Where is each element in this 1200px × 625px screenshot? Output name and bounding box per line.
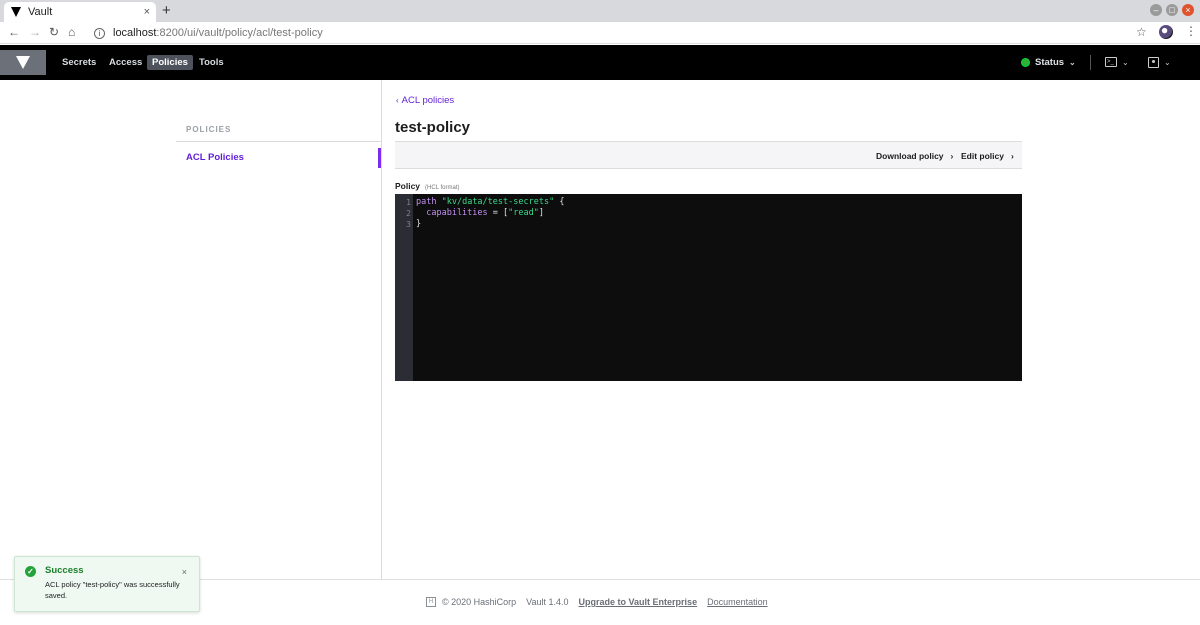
nav-policies[interactable]: Policies bbox=[147, 55, 193, 70]
home-icon[interactable]: ⌂ bbox=[68, 25, 75, 39]
bookmark-star-icon[interactable]: ☆ bbox=[1136, 25, 1147, 39]
vault-logo-icon bbox=[16, 56, 30, 69]
footer: H © 2020 HashiCorp Vault 1.4.0 Upgrade t… bbox=[426, 597, 768, 607]
chevron-down-icon: ⌄ bbox=[1122, 57, 1129, 67]
user-icon bbox=[1148, 57, 1159, 68]
status-label: Status bbox=[1035, 57, 1065, 68]
line-number: 3 bbox=[406, 220, 411, 229]
browser-menu-icon[interactable]: ⋮ bbox=[1185, 24, 1197, 38]
new-tab-button[interactable]: + bbox=[162, 3, 171, 19]
nav-access[interactable]: Access bbox=[104, 55, 147, 70]
sidebar-heading: POLICIES bbox=[186, 125, 232, 134]
status-menu[interactable]: Status ⌄ bbox=[1022, 57, 1076, 68]
url-path: :8200/ui/vault/policy/acl/test-policy bbox=[156, 27, 323, 39]
download-policy-button[interactable]: Download policy › bbox=[876, 151, 953, 161]
sidebar-item-acl-policies[interactable]: ACL Policies bbox=[176, 148, 381, 168]
page-title: test-policy bbox=[395, 119, 471, 136]
sidebar-divider bbox=[176, 141, 381, 142]
breadcrumb[interactable]: ‹ ACL policies bbox=[396, 95, 454, 106]
status-dot-icon bbox=[1022, 59, 1029, 66]
close-icon[interactable]: × bbox=[182, 567, 187, 577]
success-toast: ✓ Success ACL policy "test-policy" was s… bbox=[14, 556, 200, 612]
browser-tab[interactable]: Vault × bbox=[4, 2, 156, 22]
site-info-icon[interactable]: i bbox=[94, 27, 105, 39]
edit-policy-button[interactable]: Edit policy › bbox=[961, 151, 1014, 161]
edit-policy-label: Edit policy bbox=[961, 151, 1004, 161]
code-line: path "kv/data/test-secrets" { bbox=[416, 197, 565, 207]
address-bar[interactable]: i localhost:8200/ui/vault/policy/acl/tes… bbox=[88, 23, 1152, 43]
line-number: 1 bbox=[406, 198, 411, 207]
vault-favicon-icon bbox=[11, 7, 21, 17]
window-controls: – □ × bbox=[1150, 4, 1194, 16]
policy-label: Policy (HCL format) bbox=[395, 181, 460, 191]
policy-label-text: Policy bbox=[395, 181, 421, 191]
vault-header: Secrets Access Policies Tools Status ⌄ >… bbox=[0, 45, 1200, 80]
minimize-icon[interactable]: – bbox=[1150, 4, 1162, 16]
toast-message: ACL policy "test-policy" was successfull… bbox=[45, 580, 180, 600]
nav-tools[interactable]: Tools bbox=[194, 55, 229, 70]
back-icon[interactable]: ← bbox=[8, 25, 20, 39]
close-window-icon[interactable]: × bbox=[1182, 4, 1194, 16]
maximize-icon[interactable]: □ bbox=[1166, 4, 1178, 16]
vault-logo[interactable] bbox=[0, 50, 46, 75]
forward-icon[interactable]: → bbox=[29, 25, 41, 39]
line-number: 2 bbox=[406, 209, 411, 218]
chevron-down-icon: ⌄ bbox=[1069, 58, 1076, 67]
editor-gutter: 1 2 3 bbox=[395, 194, 413, 381]
chevron-left-icon: ‹ bbox=[396, 96, 399, 105]
chevron-right-icon: › bbox=[1010, 151, 1014, 161]
reload-icon[interactable]: ↻ bbox=[49, 25, 59, 39]
console-menu[interactable]: >_ ⌄ bbox=[1105, 57, 1129, 67]
policy-format-hint: (HCL format) bbox=[425, 185, 460, 191]
footer-copyright: © 2020 HashiCorp bbox=[442, 597, 517, 607]
user-menu[interactable]: ⌄ bbox=[1148, 57, 1171, 68]
breadcrumb-link[interactable]: ACL policies bbox=[402, 95, 454, 106]
tab-close-icon[interactable]: × bbox=[144, 6, 150, 18]
documentation-link[interactable]: Documentation bbox=[707, 597, 768, 607]
upgrade-link[interactable]: Upgrade to Vault Enterprise bbox=[579, 597, 698, 607]
chevron-down-icon: ⌄ bbox=[1164, 58, 1171, 67]
policy-code-editor[interactable]: 1 2 3 path "kv/data/test-secrets" { capa… bbox=[395, 194, 1022, 381]
browser-tab-title: Vault bbox=[28, 6, 53, 18]
sidebar-border bbox=[381, 80, 382, 579]
hashicorp-logo-icon: H bbox=[426, 597, 436, 607]
nav-divider bbox=[1090, 55, 1091, 70]
nav-secrets[interactable]: Secrets bbox=[57, 55, 101, 70]
browser-toolbar: ← → ↻ ⌂ i localhost:8200/ui/vault/policy… bbox=[0, 22, 1200, 44]
policy-toolbar: Download policy › Edit policy › bbox=[395, 141, 1022, 169]
toast-title: Success bbox=[45, 565, 84, 576]
check-circle-icon: ✓ bbox=[25, 566, 36, 577]
code-line: } bbox=[416, 219, 422, 229]
url-host: localhost bbox=[113, 27, 157, 39]
browser-tab-strip: Vault × + – □ × bbox=[0, 0, 1200, 22]
footer-version: Vault 1.4.0 bbox=[526, 597, 569, 607]
chevron-right-icon: › bbox=[950, 151, 954, 161]
console-icon: >_ bbox=[1105, 57, 1117, 67]
profile-avatar[interactable] bbox=[1159, 25, 1173, 39]
code-line: capabilities = ["read"] bbox=[416, 208, 544, 218]
download-policy-label: Download policy bbox=[876, 151, 944, 161]
